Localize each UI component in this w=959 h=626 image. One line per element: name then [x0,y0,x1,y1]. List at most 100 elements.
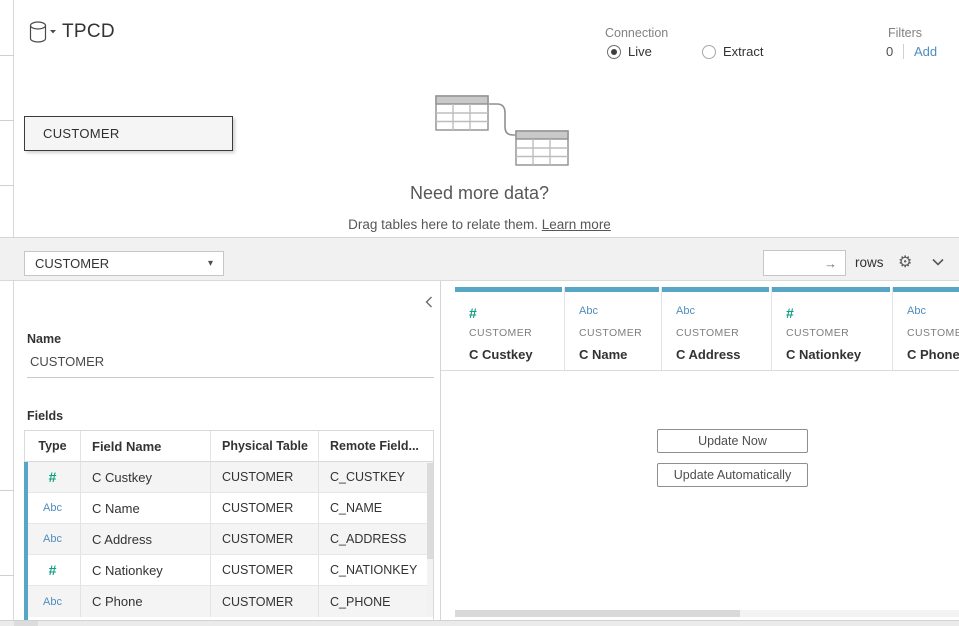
database-icon[interactable] [28,20,58,46]
physical-table: CUSTOMER [211,524,319,554]
grid-column-c-name[interactable]: Abc CUSTOMER C Name [565,287,662,370]
radio-live[interactable]: Live [607,44,652,59]
col-header-remote[interactable]: Remote Field... [319,431,433,461]
filters-add-link[interactable]: Add [914,44,937,59]
remote-field: C_ADDRESS [319,524,433,554]
grid-header-border [441,370,959,371]
chevron-down-icon: ▾ [208,258,213,269]
grid-column-c-nationkey[interactable]: # CUSTOMER C Nationkey [772,287,893,370]
radio-live-label: Live [628,44,652,59]
field-row-c-nationkey[interactable]: # C Nationkey CUSTOMER C_NATIONKEY [25,555,433,586]
update-automatically-button[interactable]: Update Automatically [657,463,808,487]
string-type-icon: Abc [43,533,62,545]
grid-hscrollbar-thumb[interactable] [455,610,740,617]
grid-column-c-address[interactable]: Abc CUSTOMER C Address [662,287,772,370]
number-type-icon: # [469,305,564,321]
col-header-type[interactable]: Type [25,431,81,461]
grid-column-c-custkey[interactable]: # CUSTOMER C Custkey [455,287,565,370]
fields-table-scrollbar-thumb[interactable] [427,463,433,559]
col-header-physical[interactable]: Physical Table [211,431,319,461]
number-type-icon: # [49,562,57,578]
column-table-label: CUSTOMER [907,327,959,339]
filters-label: Filters [888,26,922,40]
metadata-panel: Name CUSTOMER Fields Type Field Name Phy… [15,281,441,620]
number-type-icon: # [786,305,892,321]
column-table-label: CUSTOMER [579,327,661,339]
column-table-label: CUSTOMER [676,327,771,339]
radio-extract-label: Extract [723,44,763,59]
physical-table: CUSTOMER [211,555,319,585]
radio-live-circle [607,45,621,59]
column-table-label: CUSTOMER [469,327,564,339]
string-type-icon: Abc [43,596,62,608]
field-row-c-phone[interactable]: Abc C Phone CUSTOMER C_PHONE [25,586,433,617]
filters-divider [903,44,904,59]
number-type-icon: # [49,469,57,485]
field-name: C Custkey [81,462,211,492]
filters-count: 0 [886,44,893,59]
relate-tables-illustration [435,95,570,167]
physical-table: CUSTOMER [211,586,319,617]
remote-field: C_PHONE [319,586,433,617]
data-grid-header: # CUSTOMER C Custkey Abc CUSTOMER C Name… [455,287,959,371]
fields-table: Type Field Name Physical Table Remote Fi… [24,430,434,618]
rows-label: rows [855,255,884,270]
name-label: Name [27,332,61,346]
field-row-c-name[interactable]: Abc C Name CUSTOMER C_NAME [25,493,433,524]
gutter-tick [0,490,14,491]
grid-toolbar: CUSTOMER ▾ → rows ⚙ [0,237,959,281]
physical-table: CUSTOMER [211,493,319,523]
column-accent-bar [455,287,562,292]
panel-divider[interactable] [440,281,441,620]
fields-table-accent-bar [24,462,28,626]
column-accent-bar [772,287,890,292]
string-type-icon: Abc [43,502,62,514]
remote-field: C_NAME [319,493,433,523]
string-type-icon: Abc [907,305,959,321]
remote-field: C_CUSTKEY [319,462,433,492]
empty-state-title: Need more data? [0,183,959,204]
column-field-label: C Address [676,347,771,362]
chevron-down-icon[interactable] [932,258,944,266]
radio-extract[interactable]: Extract [702,44,763,59]
col-header-field[interactable]: Field Name [81,431,211,461]
field-name: C Nationkey [81,555,211,585]
canvas-table-customer[interactable]: CUSTOMER [24,116,233,151]
collapse-panel-icon[interactable] [425,296,433,308]
go-arrow-icon: → [824,256,837,271]
column-field-label: C Name [579,347,661,362]
column-table-label: CUSTOMER [786,327,892,339]
grid-column-c-phone[interactable]: Abc CUSTOMER C Phone [893,287,959,370]
column-accent-bar [565,287,659,292]
datasource-title[interactable]: TPCD [62,21,115,43]
table-select-value: CUSTOMER [35,256,109,271]
radio-extract-circle [702,45,716,59]
field-row-c-custkey[interactable]: # C Custkey CUSTOMER C_CUSTKEY [25,462,433,493]
column-accent-bar [893,287,959,292]
string-type-icon: Abc [676,305,771,321]
update-now-button[interactable]: Update Now [657,429,808,453]
field-row-c-address[interactable]: Abc C Address CUSTOMER C_ADDRESS [25,524,433,555]
field-name: C Phone [81,586,211,617]
fields-label: Fields [27,409,63,423]
gutter-tick [0,575,14,576]
table-select-dropdown[interactable]: CUSTOMER ▾ [24,251,224,276]
left-pane-collapsed-edge[interactable] [0,0,14,626]
column-field-label: C Nationkey [786,347,892,362]
column-field-label: C Phone [907,347,959,362]
name-input[interactable]: CUSTOMER [27,350,434,378]
fields-table-header: Type Field Name Physical Table Remote Fi… [25,431,433,462]
physical-table: CUSTOMER [211,462,319,492]
remote-field: C_NATIONKEY [319,555,433,585]
gutter-tick [0,120,14,121]
datasource-header: TPCD Connection Live Extract Filters 0 A… [15,0,959,90]
drag-hint-text: Drag tables here to relate them. [348,217,542,232]
learn-more-link[interactable]: Learn more [542,217,611,232]
rows-count-input[interactable]: → [763,250,846,276]
bottom-scrollbar-strip[interactable] [0,620,959,626]
bottom-scrollbar-thumb[interactable] [14,621,38,626]
field-name: C Address [81,524,211,554]
datasource-page: TPCD Connection Live Extract Filters 0 A… [0,0,959,626]
gutter-tick [0,55,14,56]
gear-icon[interactable]: ⚙ [898,252,912,272]
